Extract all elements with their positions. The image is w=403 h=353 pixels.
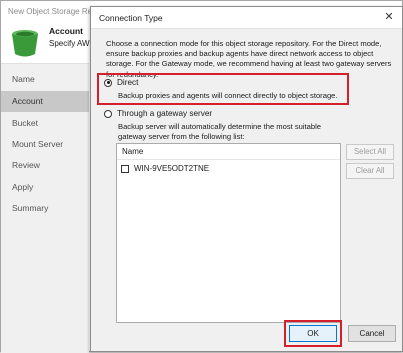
direct-radio-option[interactable]: Direct [104,78,138,87]
nav-item-apply[interactable]: Apply [1,177,89,198]
dialog-title: Connection Type [99,13,163,23]
close-icon[interactable]: ✕ [382,10,396,24]
cancel-button[interactable]: Cancel [348,325,396,342]
nav-item-summary[interactable]: Summary [1,198,89,219]
clear-all-button[interactable]: Clear All [346,163,394,179]
direct-radio[interactable] [104,78,112,87]
connection-type-dialog: Connection Type ✕ Choose a connection mo… [90,6,403,352]
nav-item-review[interactable]: Review [1,155,89,176]
wizard-heading: Account [49,26,83,36]
server-name: WIN-9VE5ODT2TNE [134,164,210,173]
server-checkbox[interactable] [121,164,129,173]
direct-description: Backup proxies and agents will connect d… [118,91,338,100]
gateway-label[interactable]: Through a gateway server [117,109,212,118]
nav-item-account[interactable]: Account [1,91,89,112]
gateway-radio-option[interactable]: Through a gateway server [104,109,212,118]
direct-label[interactable]: Direct [117,78,138,87]
bucket-icon [12,30,38,57]
gateway-radio[interactable] [104,109,112,118]
gateway-server-list[interactable]: Name WIN-9VE5ODT2TNE [116,143,341,323]
dialog-titlebar: Connection Type ✕ [91,7,402,29]
ok-button[interactable]: OK [289,325,337,342]
nav-item-mount-server[interactable]: Mount Server [1,134,89,155]
wizard-nav: Name Account Bucket Mount Server Review … [1,63,89,353]
nav-item-bucket[interactable]: Bucket [1,113,89,134]
list-column-name[interactable]: Name [117,144,340,160]
nav-item-name[interactable]: Name [1,69,89,90]
select-all-button[interactable]: Select All [346,144,394,160]
gateway-description: Backup server will automatically determi… [118,122,322,142]
wizard-title: New Object Storage Repo [8,7,101,16]
list-item[interactable]: WIN-9VE5ODT2TNE [121,164,209,173]
